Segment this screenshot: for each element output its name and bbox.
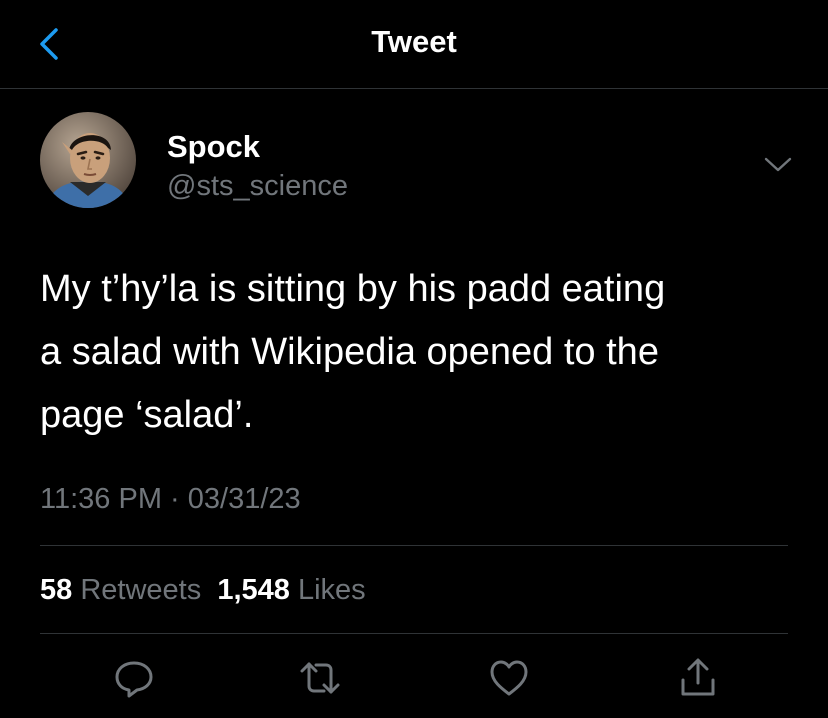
timestamp-separator: · [170,483,180,515]
tweet-timestamp: 11:36 PM · 03/31/23 [40,483,301,516]
engagement-stats: 58 Retweets 1,548 Likes [40,574,366,607]
tweet-text-line: My t’hy’la is sitting by his padd eating [40,268,666,310]
reply-icon [115,661,153,698]
reply-button[interactable] [112,656,156,700]
author-handle[interactable]: @sts_science [167,170,348,203]
author-name[interactable]: Spock [167,129,260,165]
retweets-label: Retweets [80,574,202,606]
retweet-button[interactable] [298,656,342,700]
more-options-button[interactable] [760,150,796,180]
divider [40,545,788,546]
tweet-text-line: page ‘salad’. [40,394,254,436]
tweet-date: 03/31/23 [187,483,301,515]
share-icon [681,658,715,696]
like-icon [490,660,528,696]
retweets-count: 58 [40,574,73,606]
tweet-time: 11:36 PM [40,483,162,515]
top-nav-bar: Tweet [0,0,828,89]
page-title: Tweet [371,24,457,59]
likes-label: Likes [297,574,366,606]
likes-stat[interactable]: 1,548 Likes [217,574,365,606]
retweets-stat[interactable]: 58 Retweets [40,574,201,606]
like-button[interactable] [487,656,531,700]
avatar[interactable] [40,112,136,208]
divider [40,633,788,634]
avatar-photo [40,112,136,208]
tweet-text: My t’hy’la is sitting by his padd eating… [40,258,800,447]
tweet-text-line: a salad with Wikipedia opened to the [40,331,659,373]
chevron-down-icon [764,157,792,172]
retweet-icon [300,662,340,694]
likes-count: 1,548 [217,574,290,606]
share-button[interactable] [676,656,720,700]
